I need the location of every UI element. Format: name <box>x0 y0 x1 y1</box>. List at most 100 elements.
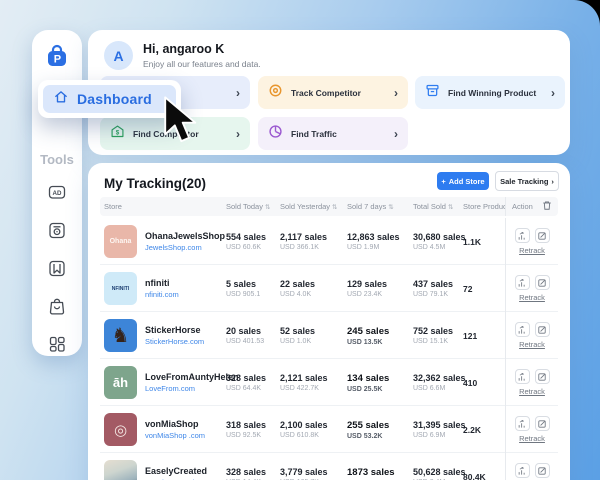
feature-card-track-competitor[interactable]: Track Competitor › <box>258 76 408 109</box>
retrack-link[interactable]: Retrack <box>519 387 545 396</box>
dollar-house-icon: $ <box>110 124 125 144</box>
store-logo-text: āh <box>113 375 128 390</box>
sold-7-days-cell: 255 sales USD 53.2K <box>347 420 413 440</box>
edit-icon[interactable] <box>535 463 550 478</box>
app-logo-bag-icon[interactable]: P <box>44 43 70 69</box>
retrack-link[interactable]: Retrack <box>519 293 545 302</box>
app-window: P Tools AD <box>0 0 600 480</box>
add-store-button[interactable]: + Add Store <box>437 172 489 190</box>
store-domain-link[interactable]: nfiniti.com <box>145 290 179 299</box>
store-cell: ♞ StickerHorse StickerHorse.com <box>100 319 226 352</box>
sold-7-days-cell: 245 sales USD 13.5K <box>347 326 413 346</box>
my-tracking-panel: My Tracking(20) + Add Store Sale Trackin… <box>88 163 570 480</box>
target-icon <box>268 83 283 103</box>
total-sold-cell: 32,362 sales USD 6.6M <box>413 373 463 392</box>
sold-yesterday-cell: 2,117 sales USD 366.1K <box>280 232 347 251</box>
user-avatar[interactable]: A <box>104 41 133 70</box>
store-products-cell: 410 <box>463 378 505 388</box>
store-domain-link[interactable]: StickerHorse.com <box>145 337 204 346</box>
total-sold-cell: 437 sales USD 79.1K <box>413 279 463 298</box>
sort-icon[interactable]: ⇅ <box>265 204 270 211</box>
sale-tracking-label: Sale Tracking <box>500 177 548 186</box>
edit-icon[interactable] <box>535 275 550 290</box>
ad-tool-icon[interactable]: AD <box>47 182 67 202</box>
col-store-products[interactable]: Store Products <box>463 202 505 211</box>
chevron-right-icon: › <box>394 127 398 141</box>
feature-card-label: Find Traffic <box>291 129 337 139</box>
edit-icon[interactable] <box>535 228 550 243</box>
analytics-chart-icon[interactable] <box>515 228 530 243</box>
table-row: Ohana OhanaJewelsShop JewelsShop.com 554… <box>100 218 558 265</box>
pie-chart-icon <box>268 124 283 144</box>
feature-card-find-competitor[interactable]: $ Find Competitor › <box>100 117 250 150</box>
chevron-right-icon: › <box>236 127 240 141</box>
store-products-cell: 1.1K <box>463 237 505 247</box>
sale-tracking-button[interactable]: Sale Tracking › <box>495 171 559 191</box>
store-logo: NFINITI <box>104 272 137 305</box>
table-row: EaselyCreated EaselyCreated .com 328 sal… <box>100 453 558 480</box>
col-sold-today[interactable]: Sold Today⇅ <box>226 202 280 211</box>
sold-today-cell: 323 sales USD 64.4K <box>226 373 280 392</box>
analytics-chart-icon[interactable] <box>515 416 530 431</box>
bookmark-tool-icon[interactable] <box>47 258 67 278</box>
store-name: EaselyCreated <box>145 466 213 476</box>
svg-text:AD: AD <box>53 190 62 197</box>
retrack-link[interactable]: Retrack <box>519 434 545 443</box>
feature-card-find-winning-product[interactable]: Find Winning Product › <box>415 76 565 109</box>
store-logo-text: ◎ <box>114 421 127 439</box>
analytics-chart-icon[interactable] <box>515 369 530 384</box>
store-logo: ◎ <box>104 413 137 446</box>
svg-text:P: P <box>54 54 61 66</box>
sold-today-cell: 20 sales USD 401.53 <box>226 326 280 345</box>
analytics-chart-icon[interactable] <box>515 463 530 478</box>
trash-icon[interactable] <box>542 200 552 213</box>
store-cell: āh LoveFromAuntyHelen LoveFrom.com <box>100 366 226 399</box>
edit-icon[interactable] <box>535 416 550 431</box>
store-domain-link[interactable]: vonMiaShop .com <box>145 431 205 440</box>
chevron-right-icon: › <box>551 86 555 100</box>
table-header: Store Sold Today⇅ Sold Yesterday⇅ Sold 7… <box>100 197 558 216</box>
store-name: nfiniti <box>145 278 179 288</box>
feature-card-label: Track Competitor <box>291 88 361 98</box>
add-store-label: Add Store <box>449 177 485 186</box>
apps-grid-icon[interactable] <box>47 334 67 354</box>
shop-bag-tool-icon[interactable] <box>47 296 67 316</box>
action-cell: Retrack <box>505 453 558 480</box>
action-cell: Retrack <box>505 265 558 312</box>
retrack-link[interactable]: Retrack <box>519 246 545 255</box>
action-cell: Retrack <box>505 406 558 453</box>
retrack-link[interactable]: Retrack <box>519 340 545 349</box>
col-sold-yesterday[interactable]: Sold Yesterday⇅ <box>280 202 347 211</box>
store-cell: NFINITI nfiniti nfiniti.com <box>100 272 226 305</box>
store-logo <box>104 460 137 480</box>
store-domain-link[interactable]: LoveFrom.com <box>145 384 239 393</box>
sold-7-days-cell: 134 sales USD 25.5K <box>347 373 413 393</box>
sidebar-nav: AD <box>32 182 82 354</box>
sold-today-cell: 554 sales USD 60.6K <box>226 232 280 251</box>
sort-icon[interactable]: ⇅ <box>332 204 337 211</box>
col-store[interactable]: Store <box>100 202 226 211</box>
total-sold-cell: 752 sales USD 15.1K <box>413 326 463 345</box>
total-sold-cell: 50,628 sales USD 2.4M <box>413 467 463 480</box>
sidebar: P Tools AD <box>32 30 82 356</box>
table-row: ◎ vonMiaShop vonMiaShop .com 318 sales U… <box>100 406 558 453</box>
dashboard-nav-label: Dashboard <box>77 91 152 107</box>
feature-card-find-traffic[interactable]: Find Traffic › <box>258 117 408 150</box>
store-logo-text: Ohana <box>110 238 132 245</box>
dashboard-nav-pill[interactable]: Dashboard <box>43 85 176 113</box>
table-row: āh LoveFromAuntyHelen LoveFrom.com 323 s… <box>100 359 558 406</box>
analytics-chart-icon[interactable] <box>515 322 530 337</box>
analytics-chart-icon[interactable] <box>515 275 530 290</box>
store-logo: ♞ <box>104 319 137 352</box>
col-total-sold[interactable]: Total Sold⇅ <box>413 202 463 211</box>
col-sold-7-days[interactable]: Sold 7 days⇅ <box>347 202 413 211</box>
store-logo-text: NFINITI <box>112 286 130 292</box>
edit-icon[interactable] <box>535 369 550 384</box>
edit-icon[interactable] <box>535 322 550 337</box>
dashboard-nav-float[interactable]: Dashboard <box>38 80 181 118</box>
sort-icon[interactable]: ⇅ <box>448 204 453 211</box>
store-products-cell: 80.4K <box>463 472 505 480</box>
store-domain-link[interactable]: JewelsShop.com <box>145 243 225 252</box>
sort-icon[interactable]: ⇅ <box>388 204 393 211</box>
product-scan-icon[interactable] <box>47 220 67 240</box>
